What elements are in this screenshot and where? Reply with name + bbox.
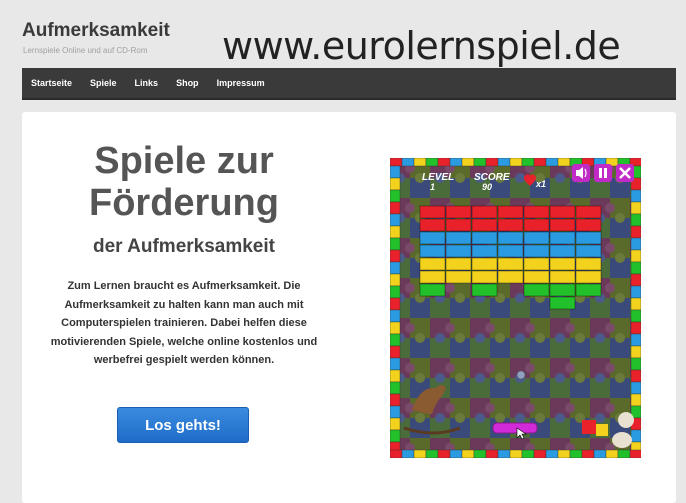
brick [575,283,602,297]
lives-value: x1 [535,179,546,189]
hero-title-line1: Spiele zur [94,140,274,182]
nav-item-shop[interactable]: Shop [167,68,208,98]
brick [575,231,602,245]
level-label: LEVEL [422,172,454,183]
main-nav: Startseite Spiele Links Shop Impressum [22,68,676,100]
brick [523,231,550,245]
breakout-game-image: LEVEL 1 SCORE 90 x1 [390,158,641,458]
brick [445,218,472,232]
nav-item-spiele[interactable]: Spiele [81,68,126,98]
hero-text: Zum Lernen braucht es Aufmerksamkeit. Di… [50,280,318,366]
pause-icon[interactable] [594,164,612,182]
brick [445,231,472,245]
brick [419,257,446,271]
brick [471,218,498,232]
brick [523,205,550,219]
paddle [492,422,538,434]
brick [419,218,446,232]
brick [445,257,472,271]
brick [445,270,472,284]
brick [497,257,524,271]
site-title[interactable]: Aufmerksamkeit [22,20,170,42]
brick [419,244,446,258]
brick [575,218,602,232]
brick [445,244,472,258]
score-value: 90 [482,182,492,192]
hero-title: Spiele zur Förderung [22,140,346,224]
brick [549,283,576,297]
brick [523,283,550,297]
brick [497,270,524,284]
brick [523,270,550,284]
brick [471,231,498,245]
brick [419,231,446,245]
brick [549,218,576,232]
close-icon[interactable] [616,164,634,182]
brick [549,231,576,245]
brick [497,205,524,219]
brick [419,283,446,297]
brick [575,270,602,284]
brick [471,205,498,219]
brick [419,205,446,219]
brick [445,205,472,219]
nav-item-impressum[interactable]: Impressum [208,68,274,98]
nav-item-startseite[interactable]: Startseite [22,68,81,98]
brick [549,270,576,284]
brick [471,270,498,284]
brick [471,244,498,258]
brick [419,270,446,284]
brick [523,244,550,258]
url-banner: www.eurolernspiel.de [222,24,621,68]
brick [575,244,602,258]
brick [523,218,550,232]
brick [549,244,576,258]
brick [549,257,576,271]
brick [497,244,524,258]
brick [549,205,576,219]
hero-subtitle: der Aufmerksamkeit [93,236,275,257]
brick [575,205,602,219]
brick [471,283,498,297]
brick [523,257,550,271]
hero-title-line2: Förderung [89,182,279,224]
brick [575,257,602,271]
brick [471,257,498,271]
site-subtitle: Lernspiele Online und auf CD-Rom [23,46,148,55]
brick [497,218,524,232]
brick [549,296,576,310]
game-screenshot[interactable]: LEVEL 1 SCORE 90 x1 [390,158,641,458]
ball [516,370,526,380]
brick [497,231,524,245]
speaker-icon[interactable] [572,164,590,182]
nav-item-links[interactable]: Links [126,68,168,98]
level-value: 1 [430,182,435,192]
los-gehts-button[interactable]: Los gehts! [117,407,249,443]
